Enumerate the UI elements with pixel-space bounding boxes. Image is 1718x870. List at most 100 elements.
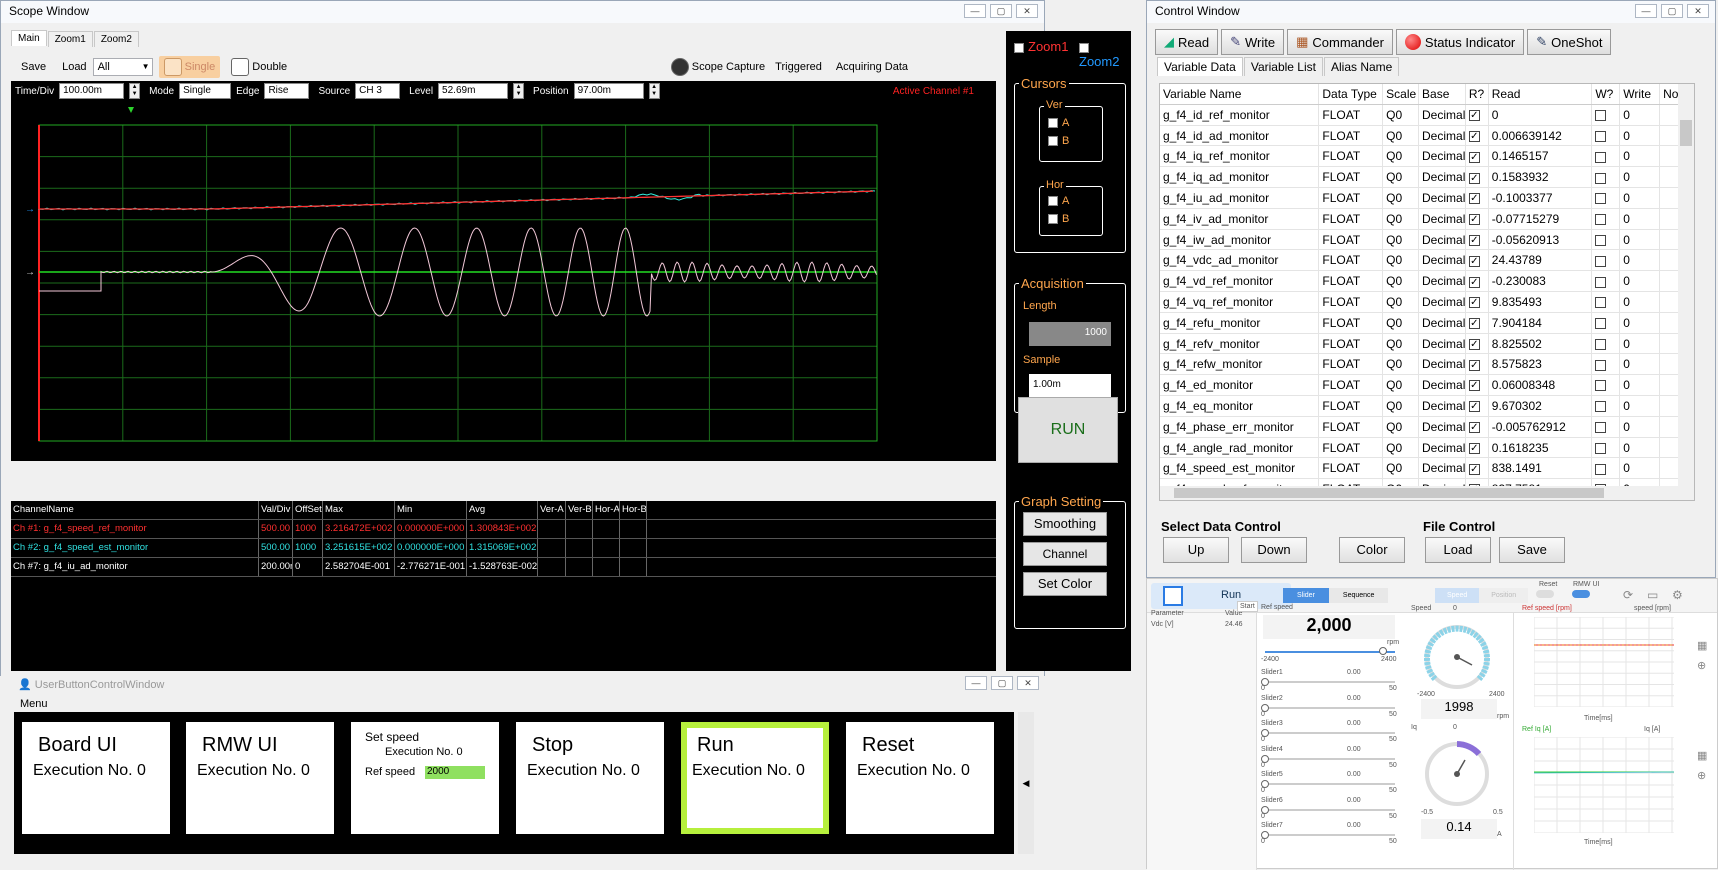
table-row[interactable]: g_f4_id_ref_monitor FLOAT Q0 Decimal ✓ 0 0 [1160, 104, 1694, 126]
save-button-file[interactable]: Save [1499, 537, 1565, 563]
table-row[interactable]: g_f4_vd_ref_monitor FLOAT Q0 Decimal ✓ -0.230… [1160, 271, 1694, 292]
table-row[interactable]: g_f4_refw_monitor FLOAT Q0 Decimal ✓ 8.575823… [1160, 354, 1694, 376]
write-value[interactable]: 0 [1620, 312, 1661, 333]
col-read-flag[interactable]: R? [1466, 84, 1489, 104]
checkbox-icon[interactable] [1595, 276, 1607, 288]
commander-button[interactable]: ▦ Commander [1287, 29, 1393, 55]
source-select[interactable]: CH 3 [355, 83, 401, 99]
color-button[interactable]: Color [1339, 537, 1405, 563]
checkbox-icon[interactable] [1595, 422, 1607, 434]
slider-track[interactable] [1265, 783, 1395, 785]
oneshot-button[interactable]: ✎ OneShot [1527, 29, 1612, 55]
grid-icon-2[interactable]: ▦ [1697, 749, 1707, 762]
checkbox-icon[interactable] [1595, 130, 1607, 142]
reset-toggle[interactable] [1536, 590, 1554, 598]
level-input[interactable]: 52.69m [438, 83, 509, 99]
tab-main[interactable]: Main [11, 30, 47, 46]
write-value[interactable]: 0 [1620, 250, 1661, 271]
checkbox-checked-icon[interactable]: ✓ [1468, 380, 1480, 392]
write-button[interactable]: ✎ Write [1221, 29, 1285, 55]
hor-a-checkbox[interactable]: A [1048, 195, 1069, 207]
checkbox-checked-icon[interactable]: ✓ [1468, 463, 1480, 475]
stop-button[interactable]: Stop Execution No. 0 [516, 722, 664, 834]
run-user-button[interactable]: Run Execution No. 0 [681, 722, 829, 834]
checkbox-checked-icon[interactable]: ✓ [1468, 338, 1480, 350]
checkbox-checked-icon[interactable]: ✓ [1468, 193, 1480, 205]
time-div-spinner[interactable]: ▲ ▼ [129, 83, 141, 99]
write-value[interactable]: 0 [1620, 271, 1661, 291]
table-row[interactable]: g_f4_vq_ref_monitor FLOAT Q0 Decimal ✓ 9.8354… [1160, 291, 1694, 313]
checkbox-checked-icon[interactable]: ✓ [1468, 234, 1480, 246]
close-icon[interactable]: ✕ [1017, 676, 1039, 690]
write-value[interactable]: 0 [1620, 458, 1661, 479]
checkbox-checked-icon[interactable]: ✓ [1468, 401, 1480, 413]
rmw-ui-button[interactable]: RMW UI Execution No. 0 [186, 722, 334, 834]
checkbox-checked-icon[interactable]: ✓ [1468, 214, 1480, 226]
col-read[interactable]: Read [1489, 84, 1593, 104]
checkbox-checked-icon[interactable]: ✓ [1468, 422, 1480, 434]
write-value[interactable]: 0 [1620, 104, 1661, 125]
tab-alias-name[interactable]: Alias Name [1323, 57, 1400, 76]
checkbox-checked-icon[interactable]: ✓ [1468, 255, 1480, 267]
checkbox-checked-icon[interactable]: ✓ [1468, 110, 1480, 122]
load-button[interactable]: Load [1425, 537, 1491, 563]
write-value[interactable]: 0 [1620, 125, 1661, 146]
table-row[interactable]: g_f4_phase_err_monitor FLOAT Q0 Decimal ✓ -0.… [1160, 416, 1694, 438]
table-row[interactable]: g_f4_speed_est_monitor FLOAT Q0 Decimal ✓ 838… [1160, 458, 1694, 480]
checkbox-checked-icon[interactable]: ✓ [1468, 297, 1480, 309]
run-button[interactable]: RUN [1018, 397, 1118, 463]
checkbox-icon[interactable] [1595, 255, 1607, 267]
ver-b-checkbox[interactable]: B [1048, 135, 1069, 147]
checkbox-checked-icon[interactable]: ✓ [1468, 276, 1480, 288]
ver-a-checkbox[interactable]: A [1048, 117, 1069, 129]
write-value[interactable]: 0 [1620, 167, 1661, 187]
close-icon[interactable]: ✕ [1016, 4, 1038, 18]
col-scale[interactable]: Scale [1383, 84, 1420, 104]
table-row[interactable]: g_f4_iq_ref_monitor FLOAT Q0 Decimal ✓ 0.1465… [1160, 146, 1694, 168]
grid-icon[interactable]: ▦ [1697, 639, 1707, 652]
tab-variable-data[interactable]: Variable Data [1157, 57, 1243, 76]
checkbox-icon[interactable] [1595, 338, 1607, 350]
maximize-icon[interactable]: ▢ [990, 4, 1012, 18]
write-value[interactable]: 0 [1620, 333, 1661, 354]
tab-zoom2[interactable]: Zoom2 [93, 31, 139, 47]
ref-speed-slider[interactable] [1265, 651, 1395, 653]
load-select[interactable]: All ▼ [92, 58, 153, 76]
menu-label[interactable]: Menu [20, 698, 48, 710]
write-value[interactable]: 0 [1620, 187, 1661, 208]
checkbox-icon[interactable] [1595, 318, 1607, 330]
mode-select[interactable]: Single [179, 83, 232, 99]
smoothing-button[interactable]: Smoothing [1023, 512, 1107, 536]
checkbox-checked-icon[interactable]: ✓ [1468, 442, 1480, 454]
ref-speed-slider-knob[interactable] [1379, 647, 1387, 655]
settings-gear-icon[interactable]: ⚙ [1672, 588, 1683, 602]
checkbox-icon[interactable] [1595, 401, 1607, 413]
write-value[interactable]: 0 [1620, 291, 1661, 312]
single-toggle[interactable]: Single [158, 56, 221, 78]
down-button[interactable]: Down [1241, 537, 1307, 563]
zoom-icon-2[interactable]: ⊕ [1697, 769, 1706, 782]
checkbox-icon[interactable] [1595, 463, 1607, 475]
col-write[interactable]: Write [1620, 84, 1661, 104]
minimize-icon[interactable]: — [965, 676, 987, 690]
slider-track[interactable] [1265, 681, 1395, 683]
table-row[interactable]: g_f4_iv_ad_monitor FLOAT Q0 Decimal ✓ -0.0771… [1160, 208, 1694, 230]
rmw-ui-toggle[interactable] [1572, 590, 1590, 598]
zoom-icon[interactable]: ⊕ [1697, 659, 1706, 672]
tab-zoom1[interactable]: Zoom1 [47, 31, 93, 47]
length-input[interactable]: 1000 [1029, 322, 1111, 346]
table-row[interactable]: g_f4_vdc_ad_monitor FLOAT Q0 Decimal ✓ 24.437… [1160, 250, 1694, 272]
checkbox-icon[interactable] [1595, 110, 1607, 122]
table-row[interactable]: g_f4_id_ad_monitor FLOAT Q0 Decimal ✓ 0.00663… [1160, 125, 1694, 147]
write-value[interactable]: 0 [1620, 146, 1661, 167]
channel-row[interactable]: Ch #1: g_f4_speed_ref_monitor 500.00 1000 3… [11, 520, 996, 539]
status-indicator-button[interactable]: Status Indicator [1395, 29, 1525, 55]
table-row[interactable]: g_f4_refv_monitor FLOAT Q0 Decimal ✓ 8.825502… [1160, 333, 1694, 355]
scroll-right-icon[interactable]: ◀ [1018, 712, 1034, 854]
sample-input[interactable]: 1.00m [1029, 374, 1111, 398]
slider-track[interactable] [1265, 732, 1395, 734]
col-base[interactable]: Base [1419, 84, 1466, 104]
col-variable-name[interactable]: Variable Name [1160, 84, 1320, 104]
close-icon[interactable]: ✕ [1687, 4, 1709, 18]
col-data-type[interactable]: Data Type [1319, 84, 1384, 104]
